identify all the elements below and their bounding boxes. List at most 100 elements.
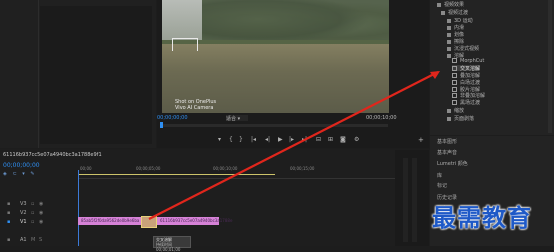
effects-item-label: MorphCut xyxy=(460,58,485,64)
panel-row-label[interactable]: 基本图形 xyxy=(437,138,457,145)
playhead-marker[interactable] xyxy=(160,122,163,128)
panel-row-label[interactable]: Lumetri 颜色 xyxy=(437,160,468,167)
link-icon[interactable]: ⊂ xyxy=(12,171,16,177)
video-clip-1[interactable]: 85ab5f2f0da9562de0b9e6ba xyxy=(78,217,143,225)
folder-icon xyxy=(447,32,451,37)
folder-icon xyxy=(447,53,451,58)
effects-item-label: 黑场过渡 xyxy=(460,100,481,106)
eye-icon[interactable]: ◉ xyxy=(39,201,43,207)
audio-meters xyxy=(395,150,429,246)
marker-add-icon[interactable]: ▾ xyxy=(22,171,25,177)
play-icon[interactable]: ▶ xyxy=(278,136,283,143)
effects-item[interactable]: 划像 xyxy=(447,31,464,38)
effects-item[interactable]: 页面剥落 xyxy=(447,115,475,122)
eye-icon[interactable]: ◉ xyxy=(39,219,43,225)
brand-watermark: 最需教育 xyxy=(432,204,532,232)
marker-icon[interactable]: ▾ xyxy=(218,136,221,143)
extract-icon[interactable]: ⊞ xyxy=(328,136,333,143)
monitor-timecode-current[interactable]: 00;00;00;00 xyxy=(157,115,188,121)
lock-icon[interactable]: ▫ xyxy=(31,210,34,216)
effects-item[interactable]: 非叠加溶解 xyxy=(452,92,485,99)
effect-preset-icon xyxy=(452,58,457,63)
step-forward-icon[interactable]: |▸ xyxy=(289,136,294,143)
track-label-a1: A1 xyxy=(20,237,27,243)
video-clip-2[interactable]: 61116b937cc5e07a4940bc3a1788e xyxy=(157,217,232,225)
effects-item[interactable]: 擦除 xyxy=(447,38,464,45)
monitor-timecode-end: 00;00;10;00 xyxy=(366,115,397,121)
track-toggle-icon[interactable]: ▪ xyxy=(7,219,10,225)
effects-item[interactable]: 白场过渡 xyxy=(452,79,480,86)
effects-item-label: 视频效果 xyxy=(444,2,465,8)
clip2-label: 61116b937cc5e07a4940bc3a1788e xyxy=(160,218,233,223)
panel-row-label[interactable]: 基本声音 xyxy=(437,149,457,156)
track-toggle-icon[interactable]: ▪ xyxy=(7,237,10,243)
ruler-label-3: 00;00;15;00 xyxy=(290,166,315,171)
track-label-v1: V1 xyxy=(20,219,27,225)
effects-item-label: 页面剥落 xyxy=(454,116,475,122)
settings-icon[interactable]: ⚙ xyxy=(354,136,359,143)
effects-item-label: 视频过渡 xyxy=(448,10,469,16)
effects-item[interactable]: 交叉溶解 xyxy=(452,65,481,72)
tooltip-line2: 持续时间 00;00;01;00 xyxy=(156,242,181,252)
track-toggle-icon[interactable]: ▪ xyxy=(7,210,10,216)
lock-icon[interactable]: ▫ xyxy=(31,201,34,207)
snap-icon[interactable]: ◈ xyxy=(3,171,7,177)
zoom-select-value: 适合 xyxy=(226,116,237,122)
track-header-v2: ▪ V2 ▫ ◉ xyxy=(0,209,78,218)
effects-item[interactable]: 内滑 xyxy=(447,24,464,31)
go-to-out-icon[interactable]: ▸| xyxy=(302,136,307,143)
sequence-tab[interactable]: 61116b937cc5e07a4940bc3a1788e9f1 xyxy=(3,152,102,158)
audio-meter-bar-right xyxy=(412,158,417,242)
effects-item[interactable]: 缩放 xyxy=(447,107,464,114)
ruler-label-1: 00;00;05;00 xyxy=(136,166,161,171)
transport-controls: ▾ { } |◂ ◂| ▶ |▸ ▸| ⊟ ⊞ ◙ ⚙ xyxy=(218,136,368,144)
folder-icon xyxy=(447,25,451,30)
effect-preset-icon xyxy=(452,100,457,105)
effects-item[interactable]: 视频过渡 xyxy=(441,9,469,16)
timeline-tools: ◈ ⊂ ▾ ✎ xyxy=(3,171,35,177)
effects-scrollbar[interactable] xyxy=(548,0,552,133)
panel-row-label[interactable]: 库 xyxy=(437,172,442,179)
mute-icon[interactable]: M xyxy=(31,237,35,243)
timeline-timecode[interactable]: 00;00;00;00 xyxy=(3,162,40,169)
effects-item[interactable]: 3D 运动 xyxy=(447,17,473,24)
monitor-zoom-select[interactable]: 适合 ▾ xyxy=(226,115,248,122)
program-monitor-video[interactable]: Shot on OnePlus Vivo AI Camera xyxy=(162,0,389,113)
folder-icon xyxy=(437,2,441,7)
watermark-line2: Vivo AI Camera xyxy=(175,105,214,111)
step-back-icon[interactable]: ◂| xyxy=(265,136,270,143)
track-label-v2: V2 xyxy=(20,210,27,216)
cross-dissolve-transition[interactable] xyxy=(141,216,157,228)
source-panel xyxy=(0,0,156,148)
effects-item[interactable]: 黑场过渡 xyxy=(452,99,481,106)
effect-preset-icon xyxy=(452,66,457,71)
go-to-in-icon[interactable]: |◂ xyxy=(251,136,256,143)
add-button-icon[interactable]: + xyxy=(418,136,424,144)
timeline-playhead[interactable] xyxy=(78,170,79,246)
work-area-bar[interactable] xyxy=(79,174,275,175)
video-watermark: Shot on OnePlus Vivo AI Camera xyxy=(175,99,216,111)
source-panel-inner xyxy=(40,6,152,144)
wrench-icon[interactable]: ✎ xyxy=(30,171,34,177)
in-point-icon[interactable]: { xyxy=(229,136,233,143)
folder-icon xyxy=(447,46,451,51)
effects-item[interactable]: 视频效果 xyxy=(437,1,465,8)
effects-item[interactable]: MorphCut xyxy=(452,58,484,64)
out-point-icon[interactable]: } xyxy=(239,136,243,143)
effect-preset-icon xyxy=(452,73,457,78)
camera-icon[interactable]: ◙ xyxy=(340,136,346,143)
monitor-scrub-bar[interactable] xyxy=(160,122,388,128)
lift-icon[interactable]: ⊟ xyxy=(316,136,321,143)
folder-icon xyxy=(447,108,451,113)
eye-icon[interactable]: ◉ xyxy=(39,210,43,216)
effects-item[interactable]: 叠加溶解 xyxy=(452,72,480,79)
track-header-v3: ▪ V3 ▫ ◉ xyxy=(0,200,78,209)
track-toggle-icon[interactable]: ▪ xyxy=(7,201,10,207)
video-soccer-goal xyxy=(172,38,198,51)
effects-item[interactable]: 沉浸式视频 xyxy=(447,45,479,52)
chevron-down-icon: ▾ xyxy=(236,116,241,122)
audio-meter-bar-left xyxy=(403,158,408,242)
lock-icon[interactable]: ▫ xyxy=(31,219,34,225)
panel-row-label[interactable]: 标记 xyxy=(437,182,447,189)
solo-icon[interactable]: S xyxy=(39,237,42,243)
